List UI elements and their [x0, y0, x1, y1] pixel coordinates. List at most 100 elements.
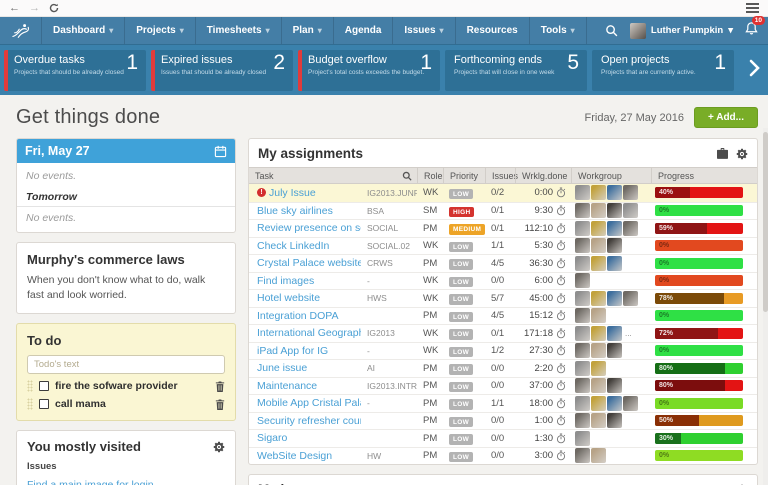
- timer-icon[interactable]: [556, 328, 566, 339]
- member-avatar[interactable]: [575, 326, 590, 341]
- task-link[interactable]: Sigaro: [257, 432, 287, 444]
- timer-icon[interactable]: [556, 450, 566, 461]
- column-header-role[interactable]: Role: [417, 168, 443, 183]
- timer-icon[interactable]: [556, 345, 566, 356]
- stats-next-chevron-icon[interactable]: [744, 59, 764, 82]
- assignment-row[interactable]: ! Hotel website HWS WK LOW 5/7 45:00 78%: [249, 289, 757, 307]
- task-link[interactable]: June issue: [257, 362, 307, 374]
- member-avatar[interactable]: [623, 203, 638, 218]
- task-cell[interactable]: ! Maintenance: [249, 380, 361, 392]
- timer-icon[interactable]: [556, 363, 566, 374]
- timer-icon[interactable]: [556, 398, 566, 409]
- task-cell[interactable]: ! Mobile App Cristal Palace: [249, 397, 361, 409]
- task-cell[interactable]: ! Crystal Palace website: [249, 257, 361, 269]
- member-avatar[interactable]: [591, 238, 606, 253]
- member-avatar[interactable]: [575, 238, 590, 253]
- assignment-row[interactable]: ! Maintenance IG2013.INTR... PM LOW 0/0 …: [249, 377, 757, 395]
- gear-icon[interactable]: [213, 441, 225, 453]
- task-cell[interactable]: ! Integration DOPA: [249, 310, 361, 322]
- task-cell[interactable]: ! International Geographic M...: [249, 327, 361, 339]
- member-avatar[interactable]: [575, 256, 590, 271]
- timer-icon[interactable]: [556, 205, 566, 216]
- member-avatar[interactable]: [607, 343, 622, 358]
- timer-icon[interactable]: [556, 187, 566, 198]
- timer-icon[interactable]: [556, 258, 566, 269]
- stat-card[interactable]: Forthcoming ends Projects that will clos…: [445, 50, 587, 91]
- todo-input[interactable]: [27, 355, 225, 374]
- member-avatar[interactable]: [575, 291, 590, 306]
- member-avatar[interactable]: [591, 361, 606, 376]
- member-avatar[interactable]: [623, 221, 638, 236]
- task-link[interactable]: Security refresher course 20...: [257, 415, 361, 427]
- task-cell[interactable]: ! Security refresher course 20...: [249, 415, 361, 427]
- assignment-row[interactable]: ! iPad App for IG - WK LOW 1/2 27:30 0%: [249, 342, 757, 360]
- timer-icon[interactable]: [556, 275, 566, 286]
- notifications-bell[interactable]: 10: [745, 21, 758, 40]
- member-avatar[interactable]: [591, 396, 606, 411]
- task-cell[interactable]: ! Review presence on social n...: [249, 222, 361, 234]
- browser-menu-icon[interactable]: [746, 1, 759, 15]
- assignment-row[interactable]: ! June issue AI PM LOW 0/0 2:20 80%: [249, 359, 757, 377]
- assignment-row[interactable]: ! WebSite Design HW PM LOW 0/0 3:00 0%: [249, 447, 757, 465]
- member-avatar[interactable]: [575, 413, 590, 428]
- assignment-row[interactable]: ! Mobile App Cristal Palace - PM LOW 1/1…: [249, 394, 757, 412]
- assignment-row[interactable]: ! Sigaro PM LOW 0/0 1:30 30%: [249, 429, 757, 447]
- briefcase-icon[interactable]: [716, 148, 729, 159]
- timer-icon[interactable]: [556, 223, 566, 234]
- member-avatar[interactable]: [575, 185, 590, 200]
- trash-icon[interactable]: [215, 381, 225, 392]
- assignment-row[interactable]: ! Security refresher course 20... PM LOW…: [249, 412, 757, 430]
- search-icon[interactable]: [605, 24, 618, 37]
- member-avatar[interactable]: [575, 431, 590, 446]
- timer-icon[interactable]: [556, 433, 566, 444]
- todo-checkbox[interactable]: [39, 399, 49, 409]
- nav-item[interactable]: Resources ▾: [456, 17, 530, 44]
- timer-icon[interactable]: [556, 380, 566, 391]
- member-avatar[interactable]: [591, 256, 606, 271]
- column-header-issues[interactable]: Issues: [485, 168, 515, 183]
- task-cell[interactable]: ! WebSite Design: [249, 450, 361, 462]
- timer-icon[interactable]: [556, 310, 566, 321]
- scrollbar-thumb[interactable]: [763, 132, 768, 312]
- member-avatar[interactable]: [607, 378, 622, 393]
- add-button[interactable]: + Add...: [694, 107, 758, 128]
- member-avatar[interactable]: [591, 308, 606, 323]
- nav-item[interactable]: Agenda ▾: [334, 17, 394, 44]
- task-cell[interactable]: ! Check LinkedIn: [249, 240, 361, 252]
- assignment-row[interactable]: ! Crystal Palace website CRWS PM LOW 4/5…: [249, 254, 757, 272]
- nav-item[interactable]: Plan ▾: [282, 17, 334, 44]
- todo-checkbox[interactable]: [39, 381, 49, 391]
- task-link[interactable]: Crystal Palace website: [257, 257, 361, 269]
- member-avatar[interactable]: [575, 308, 590, 323]
- task-link[interactable]: Review presence on social n...: [257, 222, 361, 234]
- nav-item[interactable]: Timesheets ▾: [196, 17, 282, 44]
- member-avatar[interactable]: [591, 221, 606, 236]
- task-link[interactable]: Find images: [257, 275, 314, 287]
- member-avatar[interactable]: [623, 291, 638, 306]
- task-link[interactable]: July Issue: [269, 187, 316, 199]
- member-avatar[interactable]: [575, 361, 590, 376]
- member-avatar[interactable]: [591, 185, 606, 200]
- member-avatar[interactable]: [591, 448, 606, 463]
- assignment-row[interactable]: ! Review presence on social n... SOCIAL …: [249, 219, 757, 237]
- member-avatar[interactable]: [591, 343, 606, 358]
- task-link[interactable]: Hotel website: [257, 292, 320, 304]
- task-cell[interactable]: ! iPad App for IG: [249, 345, 361, 357]
- task-cell[interactable]: ! Find images: [249, 275, 361, 287]
- member-avatar[interactable]: [591, 413, 606, 428]
- member-avatar[interactable]: [607, 185, 622, 200]
- member-avatar[interactable]: [591, 378, 606, 393]
- search-icon[interactable]: [402, 171, 412, 181]
- column-header-workgroup[interactable]: Workgroup: [571, 168, 651, 183]
- task-cell[interactable]: ! Hotel website: [249, 292, 361, 304]
- drag-handle-icon[interactable]: [27, 380, 33, 392]
- browser-reload-icon[interactable]: [49, 3, 59, 13]
- nav-item[interactable]: Tools ▾: [530, 17, 587, 44]
- drag-handle-icon[interactable]: [27, 398, 33, 410]
- member-avatar[interactable]: [607, 203, 622, 218]
- task-link[interactable]: Maintenance: [257, 380, 317, 392]
- member-avatar[interactable]: [591, 203, 606, 218]
- task-link[interactable]: Integration DOPA: [257, 310, 339, 322]
- column-header-task[interactable]: Task: [249, 168, 417, 183]
- member-avatar[interactable]: [623, 185, 638, 200]
